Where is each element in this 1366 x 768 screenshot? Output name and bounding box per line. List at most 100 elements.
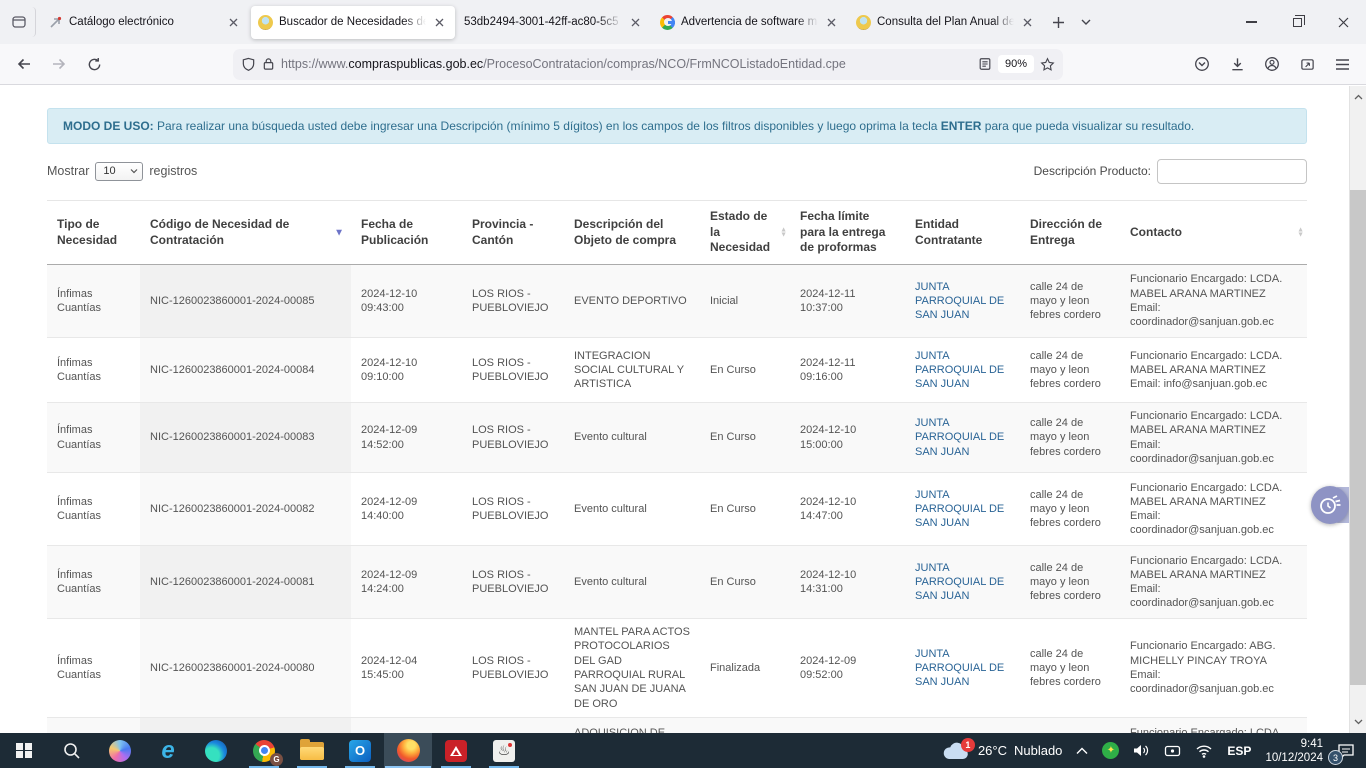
tray-overflow-button[interactable]	[1069, 733, 1095, 768]
product-description-input[interactable]	[1157, 159, 1307, 184]
chrome-button[interactable]: G	[240, 733, 288, 768]
table-header-row: Tipo de Necesidad Código de Necesidad de…	[47, 201, 1307, 265]
cell-tipo-necesidad	[47, 717, 140, 733]
entidad-contratante-link[interactable]: JUNTA PARROQUIAL DE SAN JUAN	[915, 648, 1004, 689]
reader-view-icon[interactable]	[978, 57, 992, 71]
folder-icon	[300, 742, 324, 760]
url-bar[interactable]: https://www.compraspublicas.gob.ec/Proce…	[233, 49, 1063, 80]
lock-icon[interactable]	[262, 57, 275, 71]
tracking-shield-icon[interactable]	[241, 57, 256, 72]
cell-fecha-publicacion: 2024-12-10 09:43:00	[351, 265, 462, 338]
cell-estado: En Curso	[700, 403, 790, 473]
tab-buscador-necesidades[interactable]: Buscador de Necesidades de	[251, 6, 455, 39]
account-icon	[1264, 56, 1280, 72]
cell-tipo-necesidad: Ínfimas Cuantías	[47, 546, 140, 619]
speaker-icon	[1133, 743, 1150, 758]
header-fecha-publicacion[interactable]: Fecha de Publicación	[351, 201, 462, 265]
chrome-profile-badge: G	[270, 753, 283, 766]
downloads-button[interactable]	[1221, 49, 1253, 79]
firefox-view-button[interactable]	[6, 7, 36, 37]
header-estado[interactable]: Estado de la Necesidad▲▼	[700, 201, 790, 265]
tab-close-icon[interactable]	[1018, 13, 1036, 31]
header-descripcion-objeto[interactable]: Descripción del Objeto de compra	[564, 201, 700, 265]
file-explorer-button[interactable]	[288, 733, 336, 768]
network-button[interactable]	[1188, 733, 1220, 768]
header-entidad[interactable]: Entidad Contratante	[905, 201, 1020, 265]
header-tipo-necesidad[interactable]: Tipo de Necesidad	[47, 201, 140, 265]
language-indicator[interactable]: ESP	[1220, 733, 1258, 768]
chevron-down-icon	[130, 168, 138, 174]
pocket-icon[interactable]	[1186, 49, 1218, 79]
entidad-contratante-link[interactable]: JUNTA PARROQUIAL DE SAN JUAN	[915, 350, 1004, 391]
minimize-button[interactable]	[1228, 0, 1274, 44]
zoom-level-button[interactable]: 90%	[998, 55, 1034, 73]
catalog-favicon	[48, 15, 63, 30]
menu-button[interactable]	[1326, 49, 1358, 79]
wireless-display-button[interactable]	[1157, 733, 1188, 768]
tab-close-icon[interactable]	[626, 13, 644, 31]
firefox-button[interactable]	[384, 733, 432, 768]
cell-fecha-publicacion	[351, 717, 462, 733]
copilot-button[interactable]	[96, 733, 144, 768]
antivirus-tray-button[interactable]: ✦	[1095, 733, 1126, 768]
records-per-page-select[interactable]: 10	[95, 162, 143, 181]
page-scrollbar[interactable]	[1349, 86, 1366, 733]
notification-center-button[interactable]: 3	[1330, 733, 1362, 768]
table-row: Ínfimas Cuantías NIC-1260023860001-2024-…	[47, 403, 1307, 473]
restore-button[interactable]	[1274, 0, 1320, 44]
volume-button[interactable]	[1126, 733, 1157, 768]
cell-provincia-canton: LOS RIOS - PUEBLOVIEJO	[462, 473, 564, 546]
header-provincia-canton[interactable]: Provincia - Cantón	[462, 201, 564, 265]
internet-explorer-button[interactable]: e	[144, 733, 192, 768]
edge-button[interactable]	[192, 733, 240, 768]
entidad-contratante-link[interactable]: JUNTA PARROQUIAL DE SAN JUAN	[915, 281, 1004, 322]
tab-consulta-plan-anual[interactable]: Consulta del Plan Anual de C	[849, 6, 1043, 39]
weather-widget[interactable]: 1 26°C Nublado	[934, 733, 1069, 768]
close-button[interactable]	[1320, 0, 1366, 44]
url-text: https://www.compraspublicas.gob.ec/Proce…	[281, 57, 972, 71]
clock-widget[interactable]: 9:41 10/12/2024	[1258, 733, 1330, 768]
cell-codigo	[140, 717, 351, 733]
header-fecha-limite[interactable]: Fecha límite para la entrega de proforma…	[790, 201, 905, 265]
tab-close-icon[interactable]	[224, 13, 242, 31]
account-button[interactable]	[1256, 49, 1288, 79]
cell-codigo: NIC-1260023860001-2024-00084	[140, 338, 351, 403]
cell-estado: En Curso	[700, 338, 790, 403]
sort-both-icon: ▲▼	[780, 227, 787, 238]
length-menu-prefix: Mostrar	[47, 164, 89, 178]
start-button[interactable]	[0, 733, 48, 768]
entidad-contratante-link[interactable]: JUNTA PARROQUIAL DE SAN JUAN	[915, 417, 1004, 458]
ecuador-emblem-favicon	[856, 15, 871, 30]
outlook-button[interactable]: O	[336, 733, 384, 768]
header-direccion[interactable]: Dirección de Entrega	[1020, 201, 1120, 265]
forward-button[interactable]	[43, 49, 75, 79]
entidad-contratante-link[interactable]: JUNTA PARROQUIAL DE SAN JUAN	[915, 489, 1004, 530]
entidad-contratante-link[interactable]: JUNTA PARROQUIAL DE SAN JUAN	[915, 562, 1004, 603]
back-button[interactable]	[8, 49, 40, 79]
acrobat-button[interactable]	[432, 733, 480, 768]
tab-catalogo-electronico[interactable]: Catálogo electrónico	[41, 6, 249, 39]
send-tab-button[interactable]	[1291, 49, 1323, 79]
bookmark-star-icon[interactable]	[1040, 57, 1055, 72]
reload-button[interactable]	[78, 49, 110, 79]
java-app-button[interactable]: ♨	[480, 733, 528, 768]
list-all-tabs-button[interactable]	[1072, 8, 1100, 36]
scrollbar-thumb[interactable]	[1350, 190, 1366, 685]
scroll-down-icon[interactable]	[1350, 713, 1366, 731]
header-contacto[interactable]: Contacto▲▼	[1120, 201, 1307, 265]
cell-contacto: Funcionario Encargado: LCDA. MABEL ARANA…	[1120, 546, 1307, 619]
new-tab-button[interactable]	[1044, 8, 1072, 36]
taskbar-search-button[interactable]	[48, 733, 96, 768]
back-icon	[16, 56, 32, 72]
usage-notice-banner: MODO DE USO: Para realizar una búsqueda …	[47, 108, 1307, 144]
scroll-up-icon[interactable]	[1350, 88, 1366, 106]
table-row: Ínfimas Cuantías NIC-1260023860001-2024-…	[47, 546, 1307, 619]
tab-close-icon[interactable]	[430, 13, 448, 31]
tab-close-icon[interactable]	[822, 13, 840, 31]
tab-advertencia-software[interactable]: Advertencia de software mali	[653, 6, 847, 39]
tab-pdf-blob[interactable]: 53db2494-3001-42ff-ac80-5c5	[457, 6, 651, 39]
cell-entidad: JUNTA PARROQUIAL DE SAN JUAN	[905, 338, 1020, 403]
weather-badge: 1	[961, 738, 975, 752]
header-codigo[interactable]: Código de Necesidad de Contratación▼	[140, 201, 351, 265]
antivirus-icon: ✦	[1102, 742, 1119, 759]
